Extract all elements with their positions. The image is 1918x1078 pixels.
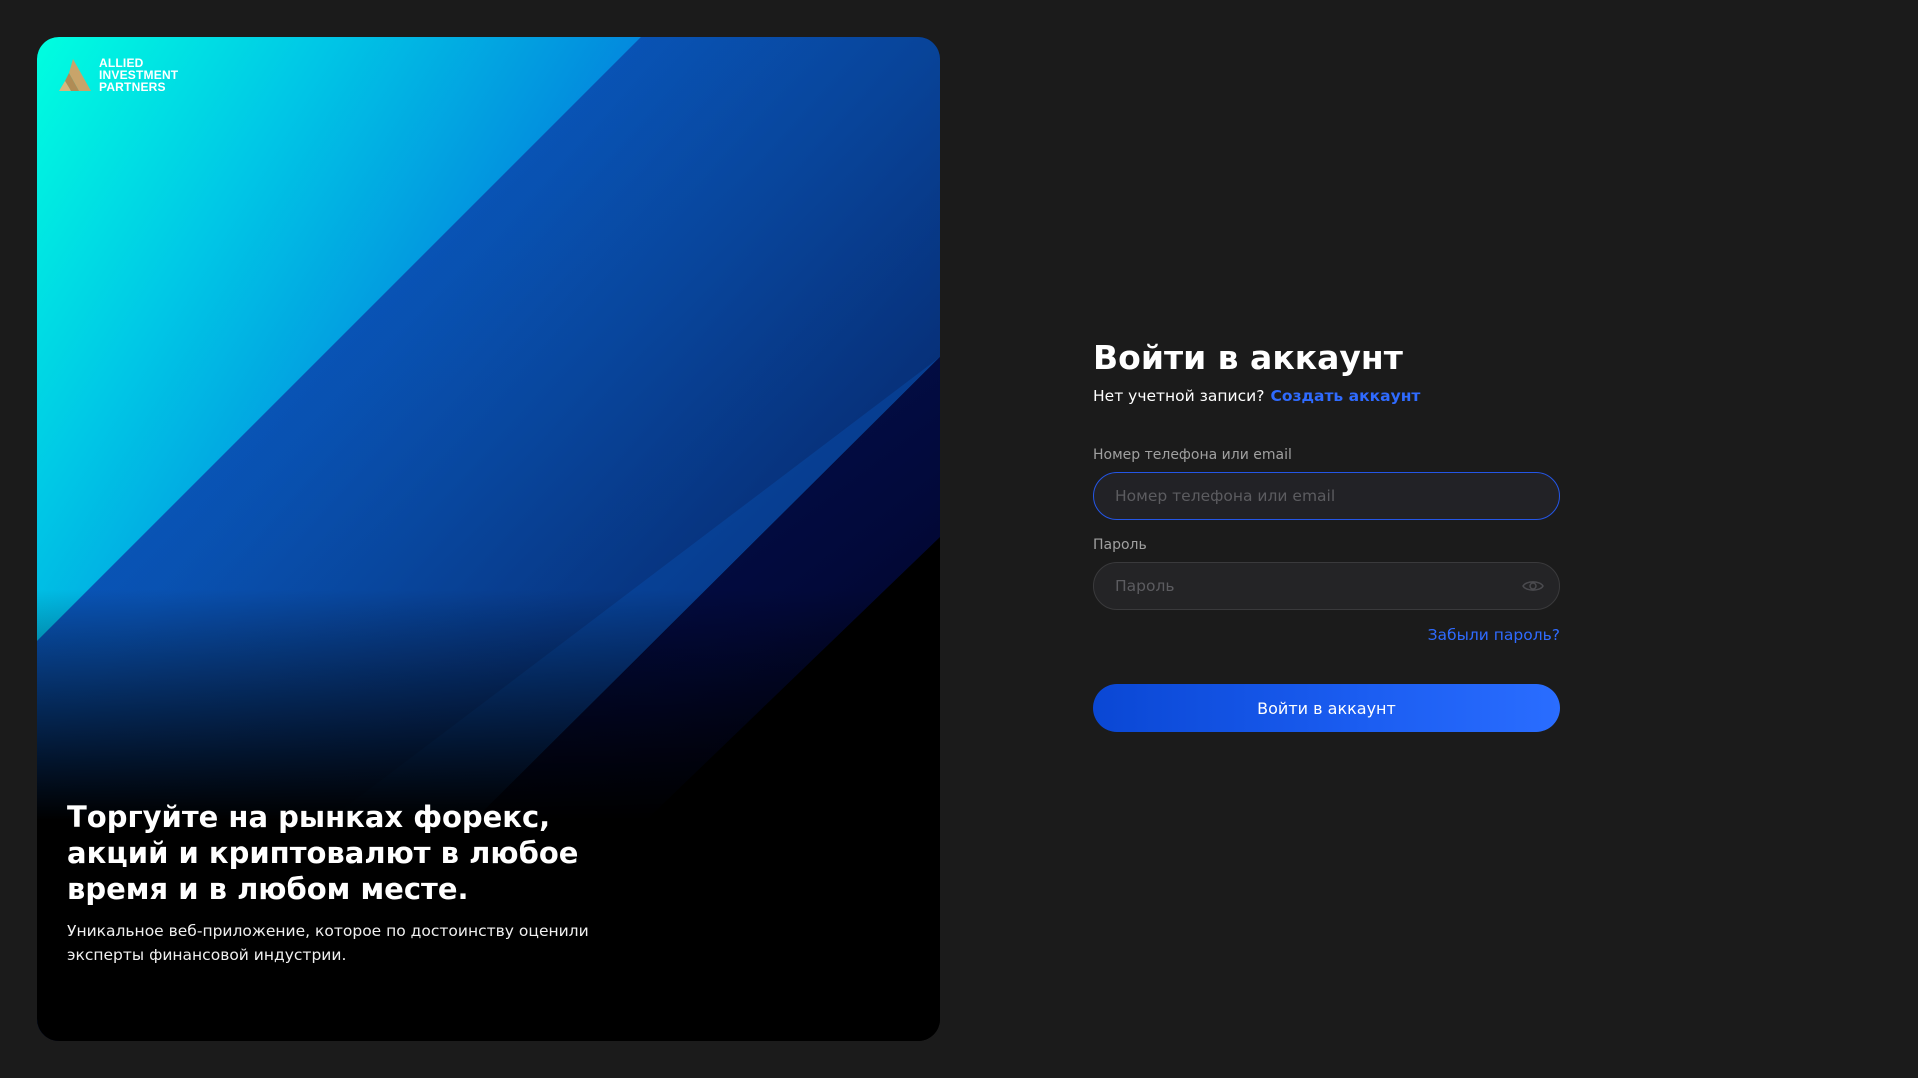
promo-copy: Торгуйте на рынках форекс, акций и крипт… [67,799,667,967]
promo-subtitle: Уникальное веб-приложение, которое по до… [67,922,589,964]
login-form: Войти в аккаунт Нет учетной записи? Созда… [1093,336,1560,732]
login-field-label: Номер телефона или email [1093,447,1292,463]
password-field-wrap [1093,562,1560,610]
promo-card: ALLIED INVESTMENT PARTNERS Торгуйте на р… [37,37,940,1041]
signup-row: Нет учетной записи? Создать аккаунт [1093,384,1560,408]
forgot-row: Забыли пароль? [1093,626,1560,645]
login-page: ALLIED INVESTMENT PARTNERS Торгуйте на р… [0,0,1918,1078]
brand-line-3: PARTNERS [99,80,166,94]
password-field-label: Пароль [1093,537,1147,553]
form-title: Войти в аккаунт [1093,338,1403,377]
password-input[interactable] [1093,562,1560,610]
brand-name: ALLIED INVESTMENT PARTNERS [99,57,178,93]
brand-logo[interactable]: ALLIED INVESTMENT PARTNERS [57,57,178,93]
login-input[interactable] [1093,472,1560,520]
eye-icon[interactable] [1520,575,1546,597]
login-field-wrap [1093,472,1560,520]
login-submit-button[interactable]: Войти в аккаунт [1093,684,1560,732]
create-account-link[interactable]: Создать аккаунт [1270,387,1420,405]
triangle-logo-icon [59,59,91,91]
no-account-text: Нет учетной записи? [1093,387,1265,405]
promo-title: Торгуйте на рынках форекс, акций и крипт… [67,800,579,906]
forgot-password-link[interactable]: Забыли пароль? [1428,626,1560,644]
